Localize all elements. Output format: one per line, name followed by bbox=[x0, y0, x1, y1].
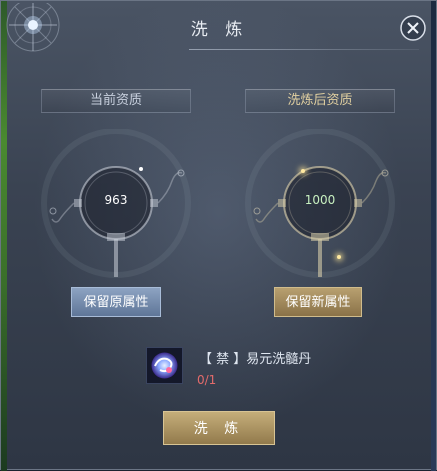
after-aptitude-text: 洗炼后资质 bbox=[287, 93, 353, 108]
after-aptitude-label: 洗炼后资质 bbox=[245, 89, 395, 113]
window-title: 洗 炼 bbox=[190, 20, 249, 40]
background-edge-right bbox=[431, 1, 436, 471]
current-aptitude-text: 当前资质 bbox=[89, 93, 142, 108]
background-edge-left bbox=[1, 1, 7, 471]
keep-new-button[interactable]: 保留新属性 bbox=[274, 287, 362, 317]
refine-window: 洗 炼 当前资质 963 洗炼后资质 1000 保留原属性 保留新属性 【 禁 … bbox=[0, 0, 437, 471]
after-aptitude-value: 1000 bbox=[304, 193, 336, 207]
sparkle-icon bbox=[301, 169, 305, 173]
item-name: 【 禁 】易元洗髓丹 bbox=[199, 352, 312, 367]
keep-original-button[interactable]: 保留原属性 bbox=[71, 287, 161, 317]
close-icon[interactable] bbox=[399, 14, 427, 42]
refine-pill-icon[interactable] bbox=[146, 347, 183, 384]
item-count: 0/1 bbox=[197, 373, 217, 387]
dial-ornament-icon bbox=[245, 128, 395, 278]
refine-button[interactable]: 洗 炼 bbox=[163, 411, 275, 445]
title-divider bbox=[189, 49, 419, 50]
after-aptitude-dial: 1000 bbox=[245, 128, 395, 289]
pill-swirl-icon bbox=[151, 352, 178, 379]
sparkle-icon bbox=[337, 255, 341, 259]
current-aptitude-dial: 963 bbox=[41, 128, 191, 289]
current-aptitude-value: 963 bbox=[104, 193, 128, 207]
current-aptitude-label: 当前资质 bbox=[41, 89, 191, 113]
dial-ornament-icon bbox=[41, 128, 191, 278]
